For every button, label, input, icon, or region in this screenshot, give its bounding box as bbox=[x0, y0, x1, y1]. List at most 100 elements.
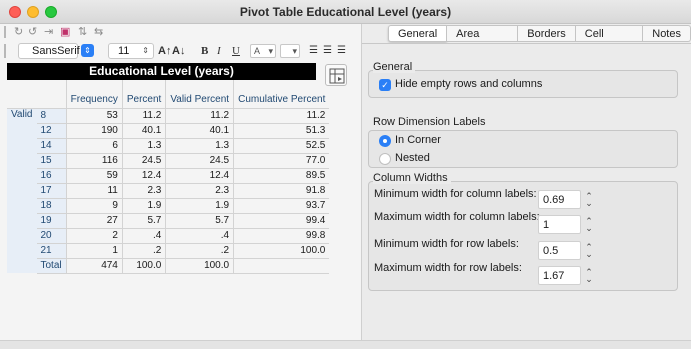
swap-columns-icon[interactable]: ⇆ bbox=[94, 25, 103, 39]
row-label[interactable]: 8 bbox=[36, 107, 67, 123]
cell-valid-percent[interactable]: 5.7 bbox=[165, 212, 234, 228]
cell-valid-percent[interactable]: 1.3 bbox=[165, 137, 234, 153]
row-label[interactable]: 14 bbox=[36, 137, 67, 153]
align-right-icon[interactable]: ☰ bbox=[337, 45, 346, 56]
max-column-width-input[interactable]: 1 bbox=[538, 215, 581, 234]
cell-frequency[interactable]: 116 bbox=[65, 152, 123, 168]
hide-empty-checkbox[interactable]: ✓ bbox=[379, 79, 391, 91]
min-column-width-stepper-icon[interactable]: ⌃ ⌄ bbox=[585, 192, 593, 208]
cell-cumulative[interactable]: 93.7 bbox=[233, 197, 330, 213]
cell-frequency[interactable]: 59 bbox=[65, 167, 123, 183]
cell-valid-percent[interactable]: 1.9 bbox=[165, 197, 234, 213]
cell-frequency[interactable]: 6 bbox=[65, 137, 123, 153]
tab-general[interactable]: General bbox=[388, 25, 448, 42]
total-cumulative[interactable] bbox=[233, 257, 330, 274]
font-size-stepper-icon[interactable]: ⇕ bbox=[142, 44, 149, 58]
undo-icon[interactable]: ↻ bbox=[14, 25, 23, 39]
cell-percent[interactable]: 40.1 bbox=[121, 122, 166, 138]
toolbar-grip[interactable] bbox=[4, 44, 6, 58]
min-row-width-input[interactable]: 0.5 bbox=[538, 241, 581, 260]
cell-cumulative[interactable]: 99.8 bbox=[233, 227, 330, 243]
column-header-cumulative-percent[interactable]: Cumulative Percent bbox=[233, 80, 330, 108]
cell-valid-percent[interactable]: 12.4 bbox=[165, 167, 234, 183]
row-label[interactable]: 21 bbox=[36, 242, 67, 258]
cell-cumulative[interactable]: 91.8 bbox=[233, 182, 330, 198]
cell-percent[interactable]: 12.4 bbox=[121, 167, 166, 183]
text-color-select[interactable]: A ▾ bbox=[250, 44, 276, 58]
cell-percent[interactable]: 1.3 bbox=[121, 137, 166, 153]
row-label[interactable]: 17 bbox=[36, 182, 67, 198]
bold-button[interactable]: B bbox=[201, 45, 208, 57]
fill-color-select[interactable]: ▾ bbox=[280, 44, 300, 58]
cell-valid-percent[interactable]: 24.5 bbox=[165, 152, 234, 168]
max-row-width-input[interactable]: 1.67 bbox=[538, 266, 581, 285]
row-label[interactable]: 16 bbox=[36, 167, 67, 183]
min-row-width-stepper-icon[interactable]: ⌃ ⌄ bbox=[585, 243, 593, 259]
row-label[interactable]: 19 bbox=[36, 212, 67, 228]
cell-percent[interactable]: 24.5 bbox=[121, 152, 166, 168]
tab-area-format[interactable]: Area Format bbox=[447, 25, 519, 56]
redo-icon[interactable]: ↺ bbox=[28, 25, 37, 39]
hide-empty-label[interactable]: Hide empty rows and columns bbox=[395, 78, 542, 90]
cell-frequency[interactable]: 190 bbox=[65, 122, 123, 138]
cell-cumulative[interactable]: 99.4 bbox=[233, 212, 330, 228]
row-label[interactable]: 12 bbox=[36, 122, 67, 138]
swap-rows-icon[interactable]: ⇅ bbox=[78, 25, 87, 39]
total-label[interactable]: Total bbox=[36, 257, 67, 274]
cell-frequency[interactable]: 1 bbox=[65, 242, 123, 258]
shrink-font-button[interactable]: A↓ bbox=[172, 45, 185, 57]
underline-button[interactable]: U bbox=[232, 45, 240, 57]
tab-cell-format[interactable]: Cell Format bbox=[575, 25, 644, 56]
column-header-frequency[interactable]: Frequency bbox=[65, 80, 123, 108]
column-header-valid-percent[interactable]: Valid Percent bbox=[165, 80, 234, 108]
cell-valid-percent[interactable]: 11.2 bbox=[165, 107, 234, 123]
in-corner-label[interactable]: In Corner bbox=[395, 134, 441, 146]
row-label[interactable]: 18 bbox=[36, 197, 67, 213]
font-name-dropdown-icon[interactable]: ⇕ bbox=[81, 44, 94, 57]
cell-percent[interactable]: 2.3 bbox=[121, 182, 166, 198]
cell-frequency[interactable]: 27 bbox=[65, 212, 123, 228]
tab-notes[interactable]: Notes bbox=[643, 25, 691, 42]
pivot-trays-icon[interactable]: ▣ bbox=[60, 25, 70, 39]
toolbar-grip[interactable] bbox=[4, 26, 6, 38]
paste-icon[interactable]: ⇥ bbox=[44, 25, 53, 39]
cell-frequency[interactable]: 2 bbox=[65, 227, 123, 243]
align-left-icon[interactable]: ☰ bbox=[309, 45, 318, 56]
italic-button[interactable]: I bbox=[217, 45, 221, 57]
align-center-icon[interactable]: ☰ bbox=[323, 45, 332, 56]
cell-percent[interactable]: .2 bbox=[121, 242, 166, 258]
cell-percent[interactable]: .4 bbox=[121, 227, 166, 243]
cell-cumulative[interactable]: 52.5 bbox=[233, 137, 330, 153]
cell-cumulative[interactable]: 11.2 bbox=[233, 107, 330, 123]
max-column-width-stepper-icon[interactable]: ⌃ ⌄ bbox=[585, 217, 593, 233]
pivot-title[interactable]: Educational Level (years) bbox=[7, 63, 316, 80]
grow-font-button[interactable]: A↑ bbox=[158, 45, 171, 57]
column-header-percent[interactable]: Percent bbox=[121, 80, 166, 108]
cell-valid-percent[interactable]: 2.3 bbox=[165, 182, 234, 198]
cell-frequency[interactable]: 11 bbox=[65, 182, 123, 198]
max-row-width-stepper-icon[interactable]: ⌃ ⌄ bbox=[585, 268, 593, 284]
cell-frequency[interactable]: 9 bbox=[65, 197, 123, 213]
tab-borders[interactable]: Borders bbox=[518, 25, 576, 42]
total-valid-percent[interactable]: 100.0 bbox=[165, 257, 234, 274]
total-frequency[interactable]: 474 bbox=[65, 257, 123, 274]
cell-valid-percent[interactable]: .2 bbox=[165, 242, 234, 258]
total-percent[interactable]: 100.0 bbox=[121, 257, 166, 274]
cell-valid-percent[interactable]: 40.1 bbox=[165, 122, 234, 138]
cell-valid-percent[interactable]: .4 bbox=[165, 227, 234, 243]
cell-cumulative[interactable]: 100.0 bbox=[233, 242, 330, 258]
row-label[interactable]: 20 bbox=[36, 227, 67, 243]
row-group-label[interactable]: Valid bbox=[7, 107, 37, 273]
cell-cumulative[interactable]: 51.3 bbox=[233, 122, 330, 138]
cell-cumulative[interactable]: 77.0 bbox=[233, 152, 330, 168]
cell-frequency[interactable]: 53 bbox=[65, 107, 123, 123]
nested-label[interactable]: Nested bbox=[395, 152, 430, 164]
nested-radio[interactable] bbox=[379, 153, 391, 165]
min-column-width-input[interactable]: 0.69 bbox=[538, 190, 581, 209]
cell-percent[interactable]: 5.7 bbox=[121, 212, 166, 228]
cell-percent[interactable]: 1.9 bbox=[121, 197, 166, 213]
row-label[interactable]: 15 bbox=[36, 152, 67, 168]
font-name-select[interactable]: SansSerif bbox=[18, 43, 80, 59]
cell-percent[interactable]: 11.2 bbox=[121, 107, 166, 123]
cell-cumulative[interactable]: 89.5 bbox=[233, 167, 330, 183]
